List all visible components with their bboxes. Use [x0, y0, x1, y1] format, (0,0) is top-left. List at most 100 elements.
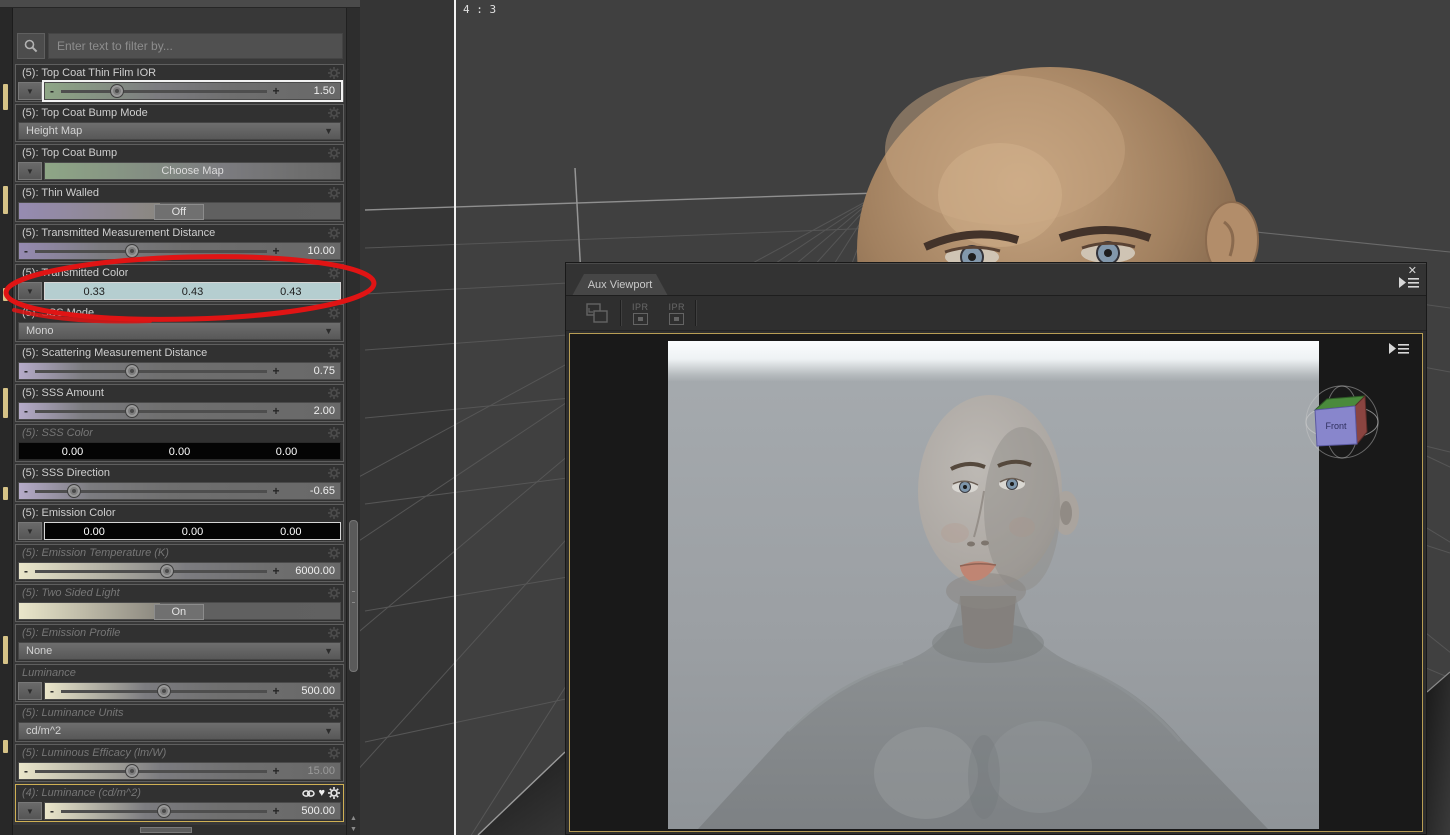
toggle-state-button[interactable]: Off [153, 204, 204, 220]
gear-icon[interactable] [328, 147, 340, 159]
link-icon[interactable] [302, 788, 316, 799]
color-swatch[interactable]: 0.33 0.43 0.43 [44, 282, 341, 300]
chevron-down-icon[interactable]: ▼ [18, 282, 42, 300]
dropdown-select[interactable]: None ▼ [18, 642, 341, 660]
color-channel-value[interactable]: 0.00 [242, 523, 340, 539]
aux-titlebar[interactable]: Aux Viewport ✕ [566, 263, 1426, 296]
gear-icon[interactable] [328, 427, 340, 439]
main-3d-viewport[interactable]: 4 : 3 Aux Viewport ✕ IPR IPR Front [360, 0, 1450, 835]
slider-value[interactable]: 1.50 [283, 85, 340, 97]
color-channel-value[interactable]: 0.33 [45, 283, 143, 299]
gear-icon[interactable] [328, 67, 340, 79]
favorite-heart-icon[interactable]: ♥ [318, 787, 325, 799]
slider-track[interactable] [35, 483, 267, 498]
slider[interactable]: - + 0.75 [18, 362, 341, 380]
color-channel-value[interactable]: 0.43 [143, 283, 241, 299]
slider[interactable]: - + 10.00 [18, 242, 341, 260]
slider[interactable]: - + -0.65 [18, 482, 341, 500]
slider-track[interactable] [35, 563, 267, 578]
slider[interactable]: - + 15.00 [18, 762, 341, 780]
increment-icon[interactable]: + [269, 485, 283, 497]
gear-icon[interactable] [328, 187, 340, 199]
slider-value[interactable]: 500.00 [283, 805, 340, 817]
slider-track[interactable] [35, 763, 267, 778]
color-channel-value[interactable]: 0.00 [19, 443, 126, 459]
vertical-scrollbar-handle[interactable] [349, 520, 358, 672]
gear-icon[interactable] [328, 587, 340, 599]
increment-icon[interactable]: + [269, 85, 283, 97]
slider-handle[interactable] [125, 403, 140, 418]
color-channel-value[interactable]: 0.43 [242, 283, 340, 299]
gear-icon[interactable] [328, 467, 340, 479]
vertical-scrollbar[interactable]: ▲ ▼ [346, 8, 360, 835]
chevron-down-icon[interactable]: ▼ [18, 162, 42, 180]
scroll-up-icon[interactable]: ▲ [349, 814, 358, 823]
slider[interactable]: - + 1.50 [42, 80, 343, 102]
decrement-icon[interactable]: - [19, 765, 33, 777]
decrement-icon[interactable]: - [45, 685, 59, 697]
gear-icon[interactable] [328, 227, 340, 239]
slider-value[interactable]: 15.00 [283, 765, 340, 777]
slider-value[interactable]: 10.00 [283, 245, 340, 257]
decrement-icon[interactable]: - [19, 245, 33, 257]
increment-icon[interactable]: + [269, 685, 283, 697]
slider-value[interactable]: 500.00 [283, 685, 340, 697]
slider[interactable]: - + 500.00 [44, 682, 341, 700]
slider-track[interactable] [35, 243, 267, 258]
toggle-switch[interactable]: Off [18, 202, 341, 220]
slider-track[interactable] [61, 683, 267, 698]
color-swatch[interactable]: 0.00 0.00 0.00 [44, 522, 341, 540]
slider-value[interactable]: 6000.00 [283, 565, 340, 577]
view-cube[interactable]: Front [1303, 382, 1381, 460]
slider-value[interactable]: 2.00 [283, 405, 340, 417]
dropdown-select[interactable]: Height Map ▼ [18, 122, 341, 140]
aux-render-area[interactable]: Front [569, 333, 1423, 832]
increment-icon[interactable]: + [269, 365, 283, 377]
decrement-icon[interactable]: - [19, 565, 33, 577]
ipr-settings-button[interactable]: IPR [659, 299, 696, 327]
toggle-state-button[interactable]: On [153, 604, 204, 620]
decrement-icon[interactable]: - [45, 85, 59, 97]
color-channel-value[interactable]: 0.00 [126, 443, 233, 459]
panel-menu-icon[interactable] [1399, 276, 1419, 291]
horizontal-scrollbar-handle[interactable] [140, 827, 192, 833]
dropdown-select[interactable]: cd/m^2 ▼ [18, 722, 341, 740]
filter-input[interactable] [48, 33, 343, 59]
chevron-down-icon[interactable]: ▼ [18, 522, 42, 540]
slider-value[interactable]: 0.75 [283, 365, 340, 377]
gear-icon[interactable] [328, 267, 340, 279]
color-channel-value[interactable]: 0.00 [45, 523, 143, 539]
chevron-down-icon[interactable]: ▼ [18, 82, 42, 100]
gear-icon[interactable] [328, 107, 340, 119]
slider-handle[interactable] [67, 483, 82, 498]
increment-icon[interactable]: + [269, 245, 283, 257]
gear-icon[interactable] [328, 667, 340, 679]
decrement-icon[interactable]: - [45, 805, 59, 817]
choose-map-button[interactable]: Choose Map [44, 162, 341, 180]
slider[interactable]: - + 2.00 [18, 402, 341, 420]
slider-handle[interactable] [157, 683, 171, 698]
slider-handle[interactable] [109, 83, 124, 98]
color-swatch[interactable]: 0.00 0.00 0.00 [18, 442, 341, 460]
slider-handle[interactable] [125, 363, 140, 378]
slider-handle[interactable] [157, 803, 171, 818]
color-channel-value[interactable]: 0.00 [143, 523, 241, 539]
dropdown-select[interactable]: Mono ▼ [18, 322, 341, 340]
chevron-down-icon[interactable]: ▼ [18, 682, 42, 700]
slider-handle[interactable] [125, 243, 140, 258]
horizontal-scrollbar[interactable] [13, 825, 346, 835]
gear-icon[interactable] [328, 747, 340, 759]
slider-handle[interactable] [125, 763, 140, 778]
viewport-menu-icon[interactable] [1389, 342, 1409, 357]
gear-icon[interactable] [328, 507, 340, 519]
gear-icon[interactable] [328, 307, 340, 319]
color-channel-value[interactable]: 0.00 [233, 443, 340, 459]
decrement-icon[interactable]: - [19, 365, 33, 377]
aux-tab[interactable]: Aux Viewport [572, 274, 668, 296]
increment-icon[interactable]: + [269, 565, 283, 577]
gear-icon[interactable] [328, 707, 340, 719]
search-icon[interactable] [17, 33, 45, 59]
ipr-render-button[interactable]: IPR [622, 299, 659, 327]
gear-icon[interactable] [328, 347, 340, 359]
render-frames-button[interactable] [574, 299, 620, 327]
